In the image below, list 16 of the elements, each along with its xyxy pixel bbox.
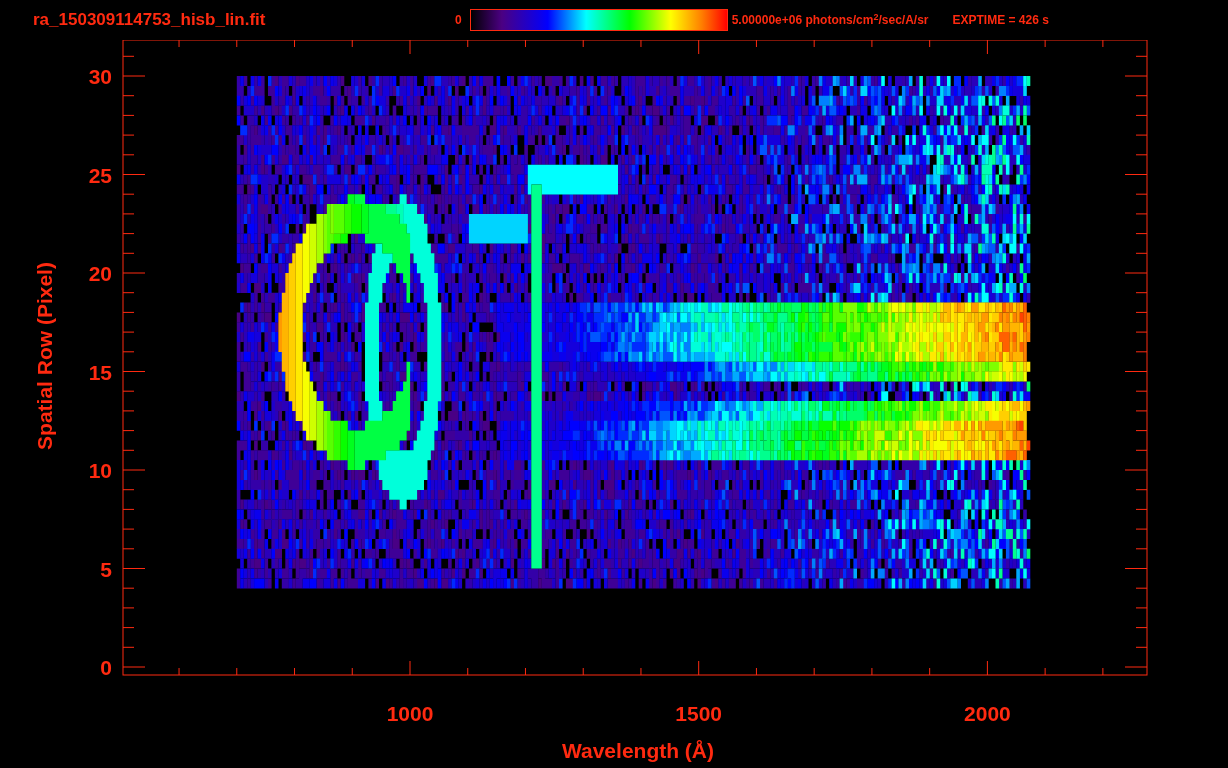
y-tick-label: 10: [88, 459, 112, 482]
x-tick-label: 2000: [964, 702, 1011, 725]
x-axis-label: Wavelength (Å): [561, 739, 715, 762]
y-tick-label: 5: [100, 557, 112, 581]
exposure-time: EXPTIME = 426 s: [952, 12, 1049, 29]
y-tick-label: 25: [88, 163, 112, 187]
y-tick-label: 20: [88, 262, 112, 285]
plot-title: ra_150309114753_hisb_lin.fit: [32, 9, 267, 32]
y-tick-label: 30: [88, 65, 112, 88]
colorbar-max-label: 5.00000e+06 photons/cm$^{2}$/sec/A/sr: [731, 11, 929, 29]
x-tick-label: 1500: [675, 702, 723, 725]
colorbar-min-label: 0: [455, 12, 462, 29]
y-tick-label: 0: [100, 656, 112, 679]
x-tick-label: 1000: [386, 702, 434, 725]
y-tick-label: 15: [88, 360, 112, 384]
y-axis-label: Spatial Row (Pixel): [33, 262, 56, 450]
